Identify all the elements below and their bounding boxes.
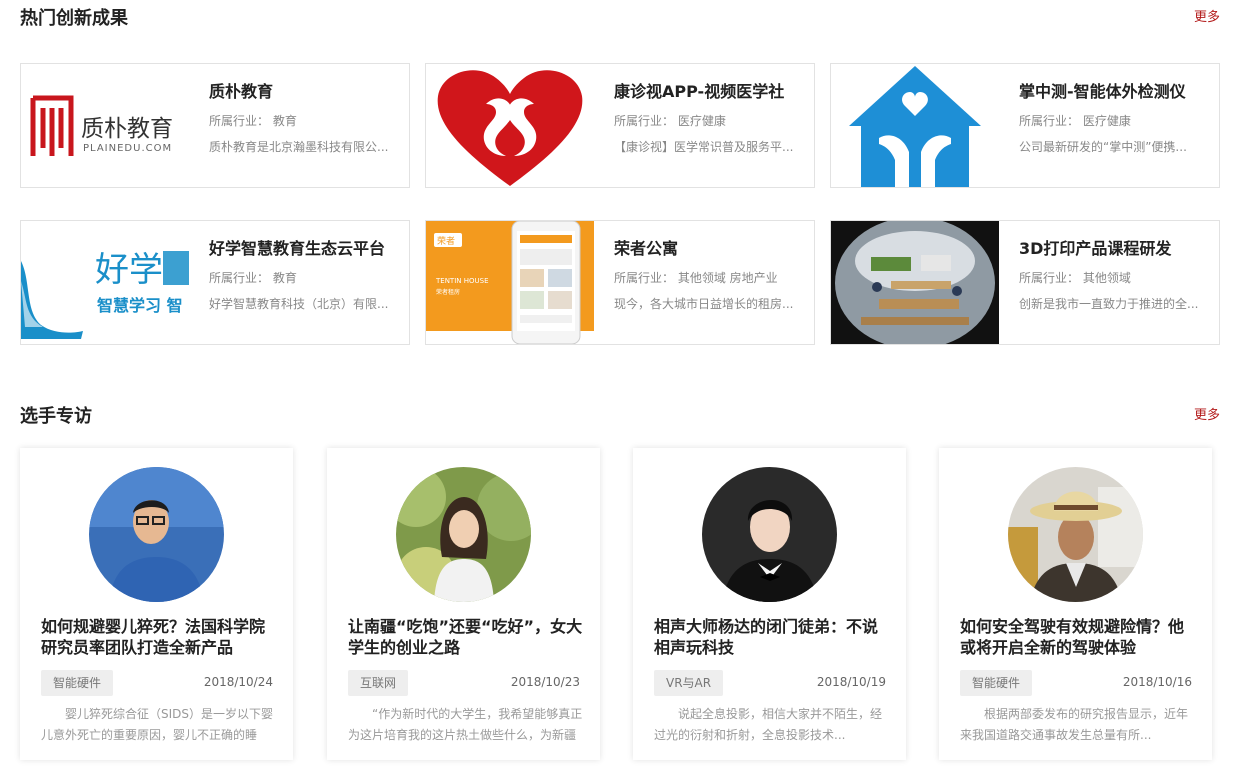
avatar [89,467,224,602]
interview-title: 如何规避婴儿猝死？法国科学院研究员率团队打造全新产品 [41,617,266,657]
plainedu-logo: 质朴教育 PLAINEDU.COM [21,64,189,187]
interview-excerpt: 说起全息投影，相信大家并不陌生，经过光的衍射和折射，全息投影技术... [654,707,883,742]
card-title: 质朴教育 [209,82,274,101]
red-heart-logo [426,64,594,187]
interview-card[interactable]: 相声大师杨达的闭门徒弟：不说相声玩科技 VR与AR 2018/10/19 说起全… [633,448,906,760]
innovation-card[interactable]: 质朴教育 PLAINEDU.COM 质朴教育 所属行业： 教育 质朴教育是北京瀚… [20,63,410,188]
card-description: 质朴教育是北京瀚墨科技有限公... [209,140,389,154]
card-description: 好学智慧教育科技（北京）有限... [209,297,389,311]
plainedu-logo-en: PLAINEDU.COM [83,143,172,154]
interview-card[interactable]: 让南疆“吃饱”还要“吃好”，女大学生的创业之路 互联网 2018/10/23 “… [327,448,600,760]
category-tag[interactable]: 智能硬件 [41,670,114,696]
card-industry: 所属行业： 医疗健康 [1019,114,1131,128]
card-industry: 所属行业： 教育 [209,271,297,285]
category-tag[interactable]: 互联网 [348,670,409,696]
avatar [396,467,531,602]
interviews-header: 选手专访 更多 [20,402,1220,432]
card-title: 康诊视APP-视频医学社 [614,82,785,101]
interviews-section-title: 选手专访 [20,406,92,427]
publish-date: 2018/10/23 [510,675,580,689]
publish-date: 2018/10/19 [816,675,886,689]
avatar [1008,467,1143,602]
interview-excerpt: “作为新时代的大学生，我希望能够真正为这片培育我的这片热土做些什么，为新疆 [348,707,583,742]
haoxue-logo-sub: 智慧学习 智 [97,296,183,315]
card-description: 【康诊视】医学常识普及服务平... [614,140,794,154]
interviews-more-link[interactable]: 更多 [1194,404,1220,423]
interview-excerpt: 婴儿猝死综合征（SIDS）是一岁以下婴儿意外死亡的重要原因，婴儿不正确的睡 [41,707,274,742]
card-industry: 所属行业： 其他领域 房地产业 [614,271,778,285]
innovation-card[interactable]: 康诊视APP-视频医学社 所属行业： 医疗健康 【康诊视】医学常识普及服务平..… [425,63,815,188]
card-industry: 所属行业： 医疗健康 [614,114,726,128]
plainedu-logo-cn: 质朴教育 [81,116,173,142]
innovation-section-title: 热门创新成果 [20,8,128,29]
classroom-fisheye-photo [831,221,999,344]
card-industry: 所属行业： 教育 [209,114,297,128]
interview-title: 相声大师杨达的闭门徒弟：不说相声玩科技 [654,617,879,657]
card-title: 好学智慧教育生态云平台 [209,239,386,258]
category-tag[interactable]: VR与AR [654,670,724,696]
blue-house-logo [831,64,999,187]
rongzhe-logo-cn: 荣者 [437,235,455,247]
publish-date: 2018/10/24 [203,675,273,689]
card-title: 掌中测-智能体外检测仪 [1019,82,1186,101]
category-tag[interactable]: 智能硬件 [960,670,1033,696]
interview-card[interactable]: 如何安全驾驶有效规避险情？他或将开启全新的驾驶体验 智能硬件 2018/10/1… [939,448,1212,760]
interview-card[interactable]: 如何规避婴儿猝死？法国科学院研究员率团队打造全新产品 智能硬件 2018/10/… [20,448,293,760]
avatar [702,467,837,602]
innovation-card[interactable]: 荣者 TENTIN HOUSE 荣者租房 荣者公寓 所属行业： 其他领域 房地产… [425,220,815,345]
innovation-card[interactable]: 掌中测-智能体外检测仪 所属行业： 医疗健康 公司最新研发的“掌中测”便携... [830,63,1220,188]
haoxue-logo-cn: 好学 [95,250,163,290]
interview-title: 如何安全驾驶有效规避险情？他或将开启全新的驾驶体验 [960,617,1185,657]
card-title: 荣者公寓 [614,239,679,258]
card-industry: 所属行业： 其他领域 [1019,271,1131,285]
card-description: 现今，各大城市日益增长的租房... [614,297,794,311]
haoxue-logo: 好学 智慧学习 智 [21,221,189,344]
rongzhe-app-image: 荣者 TENTIN HOUSE 荣者租房 [426,221,594,344]
rongzhe-logo-en: TENTIN HOUSE [435,277,489,285]
interview-title: 让南疆“吃饱”还要“吃好”，女大学生的创业之路 [348,617,583,657]
innovation-header: 热门创新成果 更多 [20,4,1220,34]
publish-date: 2018/10/16 [1122,675,1192,689]
interview-excerpt: 根据两部委发布的研究报告显示，近年来我国道路交通事故发生总量有所... [960,707,1189,742]
card-title: 3D打印产品课程研发 [1019,239,1172,258]
innovation-card[interactable]: 好学 智慧学习 智 好学智慧教育生态云平台 所属行业： 教育 好学智慧教育科技（… [20,220,410,345]
innovation-more-link[interactable]: 更多 [1194,6,1220,25]
innovation-card[interactable]: 3D打印产品课程研发 所属行业： 其他领域 创新是我市一直致力于推进的全... [830,220,1220,345]
card-description: 公司最新研发的“掌中测”便携... [1019,140,1187,154]
card-description: 创新是我市一直致力于推进的全... [1019,297,1199,311]
rongzhe-logo-sub: 荣者租房 [436,288,460,296]
